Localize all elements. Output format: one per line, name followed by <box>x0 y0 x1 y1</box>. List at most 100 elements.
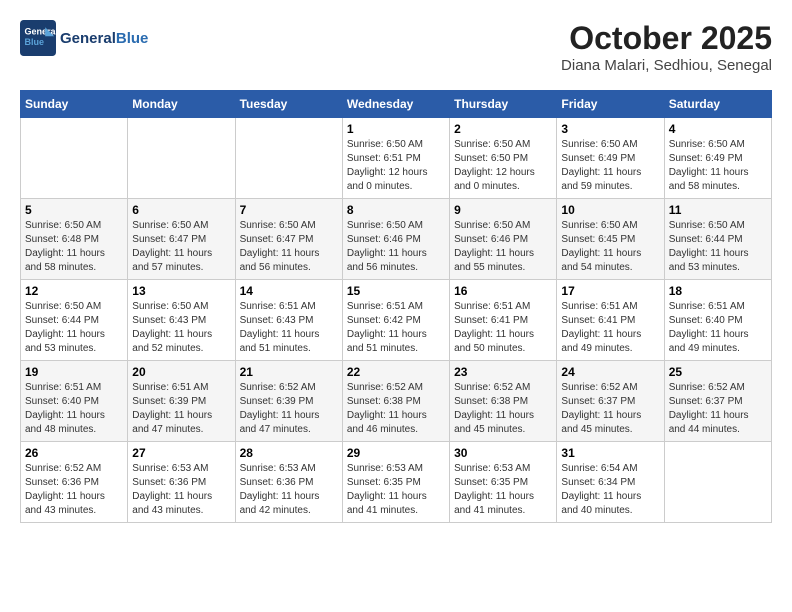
weekday-tuesday: Tuesday <box>235 91 342 118</box>
day-number: 27 <box>132 446 230 460</box>
day-info: Sunrise: 6:50 AM Sunset: 6:49 PM Dayligh… <box>561 138 659 194</box>
calendar-cell: 26 Sunrise: 6:52 AM Sunset: 6:36 PM Dayli… <box>21 442 128 523</box>
weekday-header-row: SundayMondayTuesdayWednesdayThursdayFrid… <box>21 91 772 118</box>
calendar-cell: 24 Sunrise: 6:52 AM Sunset: 6:37 PM Dayli… <box>557 361 664 442</box>
calendar-cell: 20 Sunrise: 6:51 AM Sunset: 6:39 PM Dayli… <box>128 361 235 442</box>
day-info: Sunrise: 6:50 AM Sunset: 6:46 PM Dayligh… <box>347 219 445 275</box>
day-info: Sunrise: 6:51 AM Sunset: 6:43 PM Dayligh… <box>240 300 338 356</box>
day-number: 17 <box>561 284 659 298</box>
calendar-cell: 15Sunrise: 6:51 AM Sunset: 6:42 PM Dayli… <box>342 280 449 361</box>
day-number: 16 <box>454 284 552 298</box>
day-info: Sunrise: 6:51 AM Sunset: 6:39 PM Dayligh… <box>132 381 230 437</box>
day-number: 6 <box>132 203 230 217</box>
day-info: Sunrise: 6:50 AM Sunset: 6:51 PM Dayligh… <box>347 138 445 194</box>
day-number: 26 <box>25 446 123 460</box>
calendar-cell: 6Sunrise: 6:50 AM Sunset: 6:47 PM Daylig… <box>128 199 235 280</box>
day-number: 7 <box>240 203 338 217</box>
calendar-cell: 4 Sunrise: 6:50 AM Sunset: 6:49 PM Daylig… <box>664 118 771 199</box>
day-number: 8 <box>347 203 445 217</box>
day-info: Sunrise: 6:51 AM Sunset: 6:41 PM Dayligh… <box>561 300 659 356</box>
calendar-cell: 3Sunrise: 6:50 AM Sunset: 6:49 PM Daylig… <box>557 118 664 199</box>
day-info: Sunrise: 6:51 AM Sunset: 6:40 PM Dayligh… <box>25 381 123 437</box>
calendar-cell: 5 Sunrise: 6:50 AM Sunset: 6:48 PM Daylig… <box>21 199 128 280</box>
calendar-week-3: 12 Sunrise: 6:50 AM Sunset: 6:44 PM Dayli… <box>21 280 772 361</box>
month-title: October 2025 <box>561 20 772 57</box>
calendar-cell: 23 Sunrise: 6:52 AM Sunset: 6:38 PM Dayli… <box>450 361 557 442</box>
calendar-cell: 1Sunrise: 6:50 AM Sunset: 6:51 PM Daylig… <box>342 118 449 199</box>
day-number: 18 <box>669 284 767 298</box>
day-number: 24 <box>561 365 659 379</box>
day-number: 13 <box>132 284 230 298</box>
day-info: Sunrise: 6:52 AM Sunset: 6:39 PM Dayligh… <box>240 381 338 437</box>
day-info: Sunrise: 6:53 AM Sunset: 6:36 PM Dayligh… <box>240 462 338 518</box>
logo: General Blue GeneralBlue <box>20 20 148 56</box>
calendar-body: 1Sunrise: 6:50 AM Sunset: 6:51 PM Daylig… <box>21 118 772 523</box>
calendar-cell: 8 Sunrise: 6:50 AM Sunset: 6:46 PM Daylig… <box>342 199 449 280</box>
day-info: Sunrise: 6:50 AM Sunset: 6:46 PM Dayligh… <box>454 219 552 275</box>
title-block: October 2025 Diana Malari, Sedhiou, Sene… <box>561 20 772 74</box>
day-info: Sunrise: 6:52 AM Sunset: 6:38 PM Dayligh… <box>454 381 552 437</box>
calendar-cell: 11 Sunrise: 6:50 AM Sunset: 6:44 PM Dayli… <box>664 199 771 280</box>
day-number: 20 <box>132 365 230 379</box>
calendar-week-4: 19 Sunrise: 6:51 AM Sunset: 6:40 PM Dayli… <box>21 361 772 442</box>
page-header: General Blue GeneralBlue October 2025 Di… <box>20 20 772 74</box>
calendar-week-1: 1Sunrise: 6:50 AM Sunset: 6:51 PM Daylig… <box>21 118 772 199</box>
calendar-cell: 2Sunrise: 6:50 AM Sunset: 6:50 PM Daylig… <box>450 118 557 199</box>
day-info: Sunrise: 6:53 AM Sunset: 6:35 PM Dayligh… <box>454 462 552 518</box>
day-info: Sunrise: 6:52 AM Sunset: 6:37 PM Dayligh… <box>561 381 659 437</box>
day-number: 9 <box>454 203 552 217</box>
calendar-cell <box>664 442 771 523</box>
day-info: Sunrise: 6:50 AM Sunset: 6:43 PM Dayligh… <box>132 300 230 356</box>
day-info: Sunrise: 6:51 AM Sunset: 6:40 PM Dayligh… <box>669 300 767 356</box>
calendar-cell: 7 Sunrise: 6:50 AM Sunset: 6:47 PM Daylig… <box>235 199 342 280</box>
calendar-cell: 17 Sunrise: 6:51 AM Sunset: 6:41 PM Dayli… <box>557 280 664 361</box>
day-info: Sunrise: 6:50 AM Sunset: 6:50 PM Dayligh… <box>454 138 552 194</box>
day-info: Sunrise: 6:50 AM Sunset: 6:48 PM Dayligh… <box>25 219 123 275</box>
calendar-cell <box>21 118 128 199</box>
calendar-cell: 27Sunrise: 6:53 AM Sunset: 6:36 PM Dayli… <box>128 442 235 523</box>
calendar-table: SundayMondayTuesdayWednesdayThursdayFrid… <box>20 90 772 523</box>
calendar-week-2: 5 Sunrise: 6:50 AM Sunset: 6:48 PM Daylig… <box>21 199 772 280</box>
calendar-cell: 29 Sunrise: 6:53 AM Sunset: 6:35 PM Dayli… <box>342 442 449 523</box>
calendar-cell: 30Sunrise: 6:53 AM Sunset: 6:35 PM Dayli… <box>450 442 557 523</box>
day-number: 19 <box>25 365 123 379</box>
location-subtitle: Diana Malari, Sedhiou, Senegal <box>561 57 772 74</box>
day-number: 14 <box>240 284 338 298</box>
calendar-week-5: 26 Sunrise: 6:52 AM Sunset: 6:36 PM Dayli… <box>21 442 772 523</box>
weekday-sunday: Sunday <box>21 91 128 118</box>
weekday-monday: Monday <box>128 91 235 118</box>
calendar-cell: 19 Sunrise: 6:51 AM Sunset: 6:40 PM Dayli… <box>21 361 128 442</box>
day-number: 10 <box>561 203 659 217</box>
day-info: Sunrise: 6:50 AM Sunset: 6:49 PM Dayligh… <box>669 138 767 194</box>
calendar-cell: 25 Sunrise: 6:52 AM Sunset: 6:37 PM Dayli… <box>664 361 771 442</box>
day-number: 25 <box>669 365 767 379</box>
day-number: 12 <box>25 284 123 298</box>
calendar-cell: 13 Sunrise: 6:50 AM Sunset: 6:43 PM Dayli… <box>128 280 235 361</box>
day-number: 29 <box>347 446 445 460</box>
day-number: 22 <box>347 365 445 379</box>
day-info: Sunrise: 6:52 AM Sunset: 6:38 PM Dayligh… <box>347 381 445 437</box>
day-info: Sunrise: 6:50 AM Sunset: 6:44 PM Dayligh… <box>669 219 767 275</box>
calendar-cell: 18 Sunrise: 6:51 AM Sunset: 6:40 PM Dayli… <box>664 280 771 361</box>
logo-icon: General Blue <box>20 20 56 56</box>
day-info: Sunrise: 6:52 AM Sunset: 6:37 PM Dayligh… <box>669 381 767 437</box>
day-number: 23 <box>454 365 552 379</box>
day-info: Sunrise: 6:52 AM Sunset: 6:36 PM Dayligh… <box>25 462 123 518</box>
calendar-cell <box>235 118 342 199</box>
day-number: 4 <box>669 122 767 136</box>
calendar-cell: 14 Sunrise: 6:51 AM Sunset: 6:43 PM Dayli… <box>235 280 342 361</box>
calendar-cell: 22 Sunrise: 6:52 AM Sunset: 6:38 PM Dayli… <box>342 361 449 442</box>
day-info: Sunrise: 6:50 AM Sunset: 6:47 PM Dayligh… <box>240 219 338 275</box>
day-info: Sunrise: 6:50 AM Sunset: 6:44 PM Dayligh… <box>25 300 123 356</box>
day-number: 31 <box>561 446 659 460</box>
weekday-friday: Friday <box>557 91 664 118</box>
day-info: Sunrise: 6:53 AM Sunset: 6:35 PM Dayligh… <box>347 462 445 518</box>
calendar-cell: 10 Sunrise: 6:50 AM Sunset: 6:45 PM Dayli… <box>557 199 664 280</box>
calendar-cell: 21Sunrise: 6:52 AM Sunset: 6:39 PM Dayli… <box>235 361 342 442</box>
svg-text:Blue: Blue <box>25 37 45 47</box>
day-info: Sunrise: 6:50 AM Sunset: 6:45 PM Dayligh… <box>561 219 659 275</box>
day-number: 5 <box>25 203 123 217</box>
day-info: Sunrise: 6:51 AM Sunset: 6:41 PM Dayligh… <box>454 300 552 356</box>
day-number: 11 <box>669 203 767 217</box>
day-info: Sunrise: 6:54 AM Sunset: 6:34 PM Dayligh… <box>561 462 659 518</box>
